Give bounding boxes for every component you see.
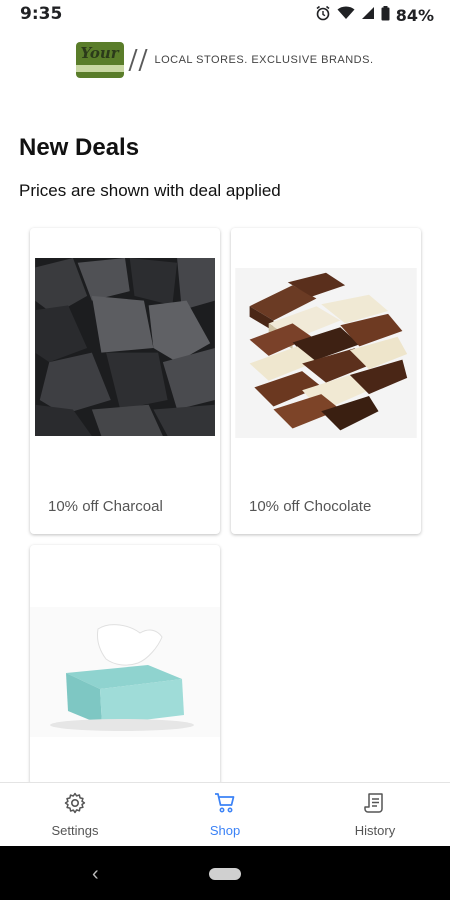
gear-icon: [63, 791, 87, 820]
signal-icon: [361, 6, 375, 25]
battery-icon: [381, 5, 390, 26]
battery-percent: 84%: [395, 6, 434, 25]
nav-settings[interactable]: Settings: [0, 783, 150, 846]
nav-history[interactable]: History: [300, 783, 450, 846]
wifi-icon: [337, 6, 355, 25]
home-button[interactable]: [209, 868, 241, 880]
charcoal-image: [35, 258, 215, 436]
cart-icon: [213, 791, 237, 820]
logo-divider: [128, 49, 139, 71]
receipt-icon: [363, 791, 387, 820]
logo-text: Your: [80, 44, 119, 62]
chocolate-image: [235, 268, 417, 438]
app-header: Your LOCAL STORES. EXCLUSIVE BRANDS.: [0, 28, 450, 92]
brand-tagline: LOCAL STORES. EXCLUSIVE BRANDS.: [154, 54, 374, 66]
bottom-navigation: Settings Shop History: [0, 782, 450, 846]
nav-shop-label: Shop: [209, 823, 241, 838]
logo-divider: [138, 49, 149, 71]
alarm-icon: [315, 5, 331, 26]
deal-label: 10% off Charcoal: [48, 498, 163, 515]
deal-card-charcoal[interactable]: 10% off Charcoal: [30, 228, 220, 534]
page-title: New Deals: [19, 134, 140, 161]
deal-card-tissues[interactable]: [30, 545, 220, 785]
tissue-box-image: [30, 607, 220, 737]
back-chevron-icon[interactable]: ‹: [92, 863, 99, 886]
nav-history-label: History: [354, 823, 396, 838]
status-bar: 9:35 84%: [0, 0, 450, 28]
page-subtitle: Prices are shown with deal applied: [19, 181, 281, 200]
system-navigation-bar: ‹: [0, 846, 450, 900]
status-time: 9:35: [20, 4, 63, 24]
brand-logo[interactable]: Your: [76, 42, 125, 78]
deal-card-chocolate[interactable]: 10% off Chocolate: [231, 228, 421, 534]
deal-label: 10% off Chocolate: [249, 498, 372, 515]
nav-shop[interactable]: Shop: [150, 783, 300, 846]
status-icons: 84%: [315, 5, 434, 26]
app-screen: 9:35 84% Your LOCAL STORES. EXCLUSIVE BR…: [0, 0, 450, 900]
nav-settings-label: Settings: [51, 823, 99, 838]
